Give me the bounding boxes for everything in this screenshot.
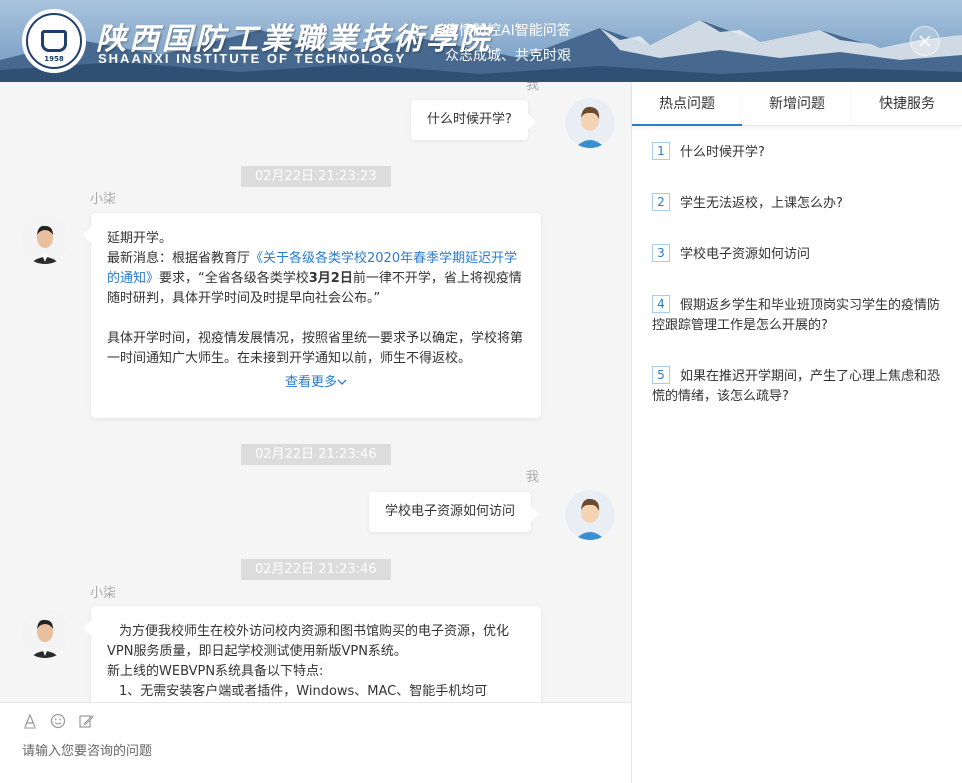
chevron-down-icon [337,379,347,385]
close-button[interactable] [910,26,940,56]
question-list: 1 什么时候开学? 2 学生无法返校，上课怎么办? 3 学校电子资源如何访问 4 假期返… [652,142,942,437]
message-line: 新上线的WEBVPN系统具备以下特点: [107,664,324,679]
question-text: 学生无法返校，上课怎么办? [680,196,843,211]
question-text: 什么时候开学? [680,145,765,160]
tab-quick-services[interactable]: 快捷服务 [852,82,962,126]
message-line: 延期开学。 [107,231,173,246]
question-number: 2 [652,193,670,211]
user-message-bubble: 什么时候开学? [411,100,536,140]
input-toolbar [22,713,94,729]
message-paragraph: 具体开学时间，视疫情发展情况，按照省里统一要求予以确定，学校将第一时间通知广大师… [107,331,524,366]
question-item[interactable]: 2 学生无法返校，上课怎么办? [652,193,942,214]
user-message-bubble: 学校电子资源如何访问 [369,492,540,532]
message-paragraph: 为方便我校师生在校外访问校内资源和图书馆购买的电子资源，优化VPN服务质量，即日… [107,624,510,659]
panel-tabs: 热点问题 新增问题 快捷服务 [632,82,962,126]
message-text: 学校电子资源如何访问 [385,504,516,519]
view-more-label: 查看更多 [284,375,337,390]
question-item[interactable]: 5 如果在推迟开学期间，产生了心理上焦虑和恐慌的情绪，该怎么疏导? [652,366,942,407]
question-item[interactable]: 3 学校电子资源如何访问 [652,244,942,265]
school-logo: 1958 [22,9,86,73]
faq-panel: 热点问题 新增问题 快捷服务 1 什么时候开学? 2 学生无法返校，上课怎么办? 3… [631,82,962,783]
tab-new-questions[interactable]: 新增问题 [742,82,852,126]
question-item[interactable]: 4 假期返乡学生和毕业班顶岗实习学生的疫情防控跟踪管理工作是怎么开展的? [652,295,942,336]
message-line: 1、无需安装客户端或者插件，Windows、MAC、智能手机均可 [119,684,488,699]
sender-label: 我 [526,82,540,93]
question-text: 如果在推迟开学期间，产生了心理上焦虑和恐慌的情绪，该怎么疏导? [652,369,941,404]
message-timestamp: 02月22日 21:23:46 [241,559,391,580]
user-avatar [565,490,615,540]
logo-year: 1958 [44,55,64,63]
view-more-link[interactable]: 查看更多 [107,373,525,393]
message-text: 什么时候开学? [427,112,512,127]
tab-hot-questions[interactable]: 热点问题 [632,82,742,126]
school-name-en: SHAANXI INSTITUTE OF TECHNOLOGY [98,51,407,66]
edit-icon[interactable] [78,713,94,729]
question-number: 4 [652,295,670,313]
bot-message-bubble: 延期开学。 最新消息：根据省教育厅《关于各级各类学校2020年春季学期延迟开学的… [83,213,541,418]
bot-message-bubble: 为方便我校师生在校外访问校内资源和图书馆购买的电子资源，优化VPN服务质量，即日… [83,606,541,702]
user-avatar [565,98,615,148]
question-text: 假期返乡学生和毕业班顶岗实习学生的疫情防控跟踪管理工作是怎么开展的? [652,298,941,333]
bot-avatar-icon [20,214,70,264]
book-emblem-icon [41,30,67,52]
question-number: 5 [652,366,670,384]
input-area: 请输入您要咨询的问题 [0,702,631,783]
question-input[interactable]: 请输入您要咨询的问题 [22,740,152,759]
emoji-icon[interactable] [50,713,66,729]
user-avatar-icon [565,98,615,148]
sender-label: 我 [526,470,540,485]
message-timestamp: 02月22日 21:23:46 [241,444,391,465]
question-number: 3 [652,244,670,262]
question-item[interactable]: 1 什么时候开学? [652,142,942,163]
header-title: 疫情防控AI智能问答 [445,23,571,39]
bot-avatar [20,214,70,264]
header-banner: 1958 陕西国防工業職業技術學院 SHAANXI INSTITUTE OF T… [0,0,962,82]
font-icon[interactable] [22,713,38,729]
question-number: 1 [652,142,670,160]
header-subtitle: 众志成城、共克时艰 [445,48,571,64]
bot-avatar-icon [20,608,70,658]
bot-avatar [20,608,70,658]
message-text: 最新消息：根据省教育厅 [107,251,251,266]
message-bold-date: 3月2日 [308,271,353,286]
sender-label: 小柒 [90,586,117,601]
close-icon [919,35,931,47]
message-timestamp: 02月22日 21:23:23 [241,166,391,187]
chat-panel[interactable]: 我 什么时候开学? 02月22日 21:23:23 小柒 延期开学。 最新消息：… [0,82,631,702]
sender-label: 小柒 [90,192,117,207]
question-text: 学校电子资源如何访问 [680,247,811,262]
message-paragraph: 最新消息：根据省教育厅《关于各级各类学校2020年春季学期延迟开学的通知》要求，… [107,249,525,309]
user-avatar-icon [565,490,615,540]
message-text: 要求，“全省各级各类学校 [159,271,309,286]
